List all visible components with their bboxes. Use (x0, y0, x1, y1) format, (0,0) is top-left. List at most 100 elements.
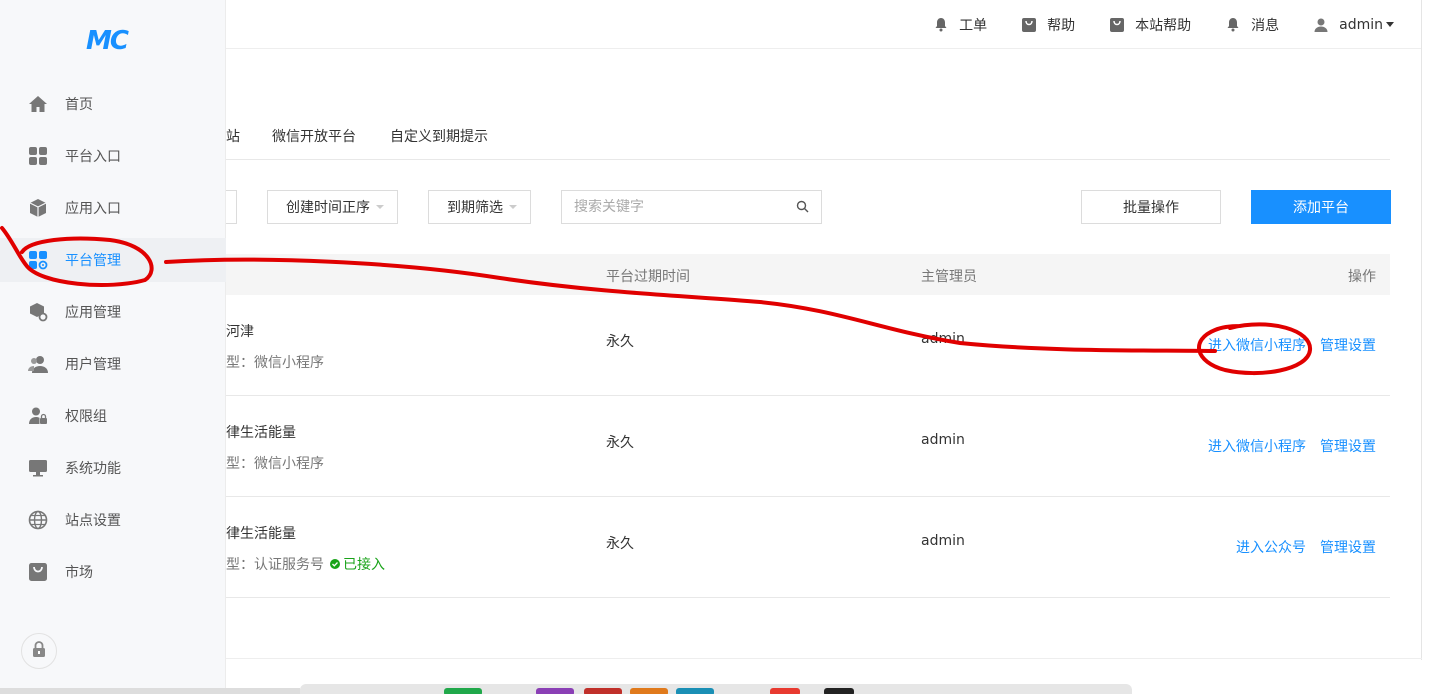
table-row: 河津 型：微信小程序 永久 admin 进入微信小程序 管理设置 (226, 295, 1390, 396)
sidebar-item-user-management[interactable]: 用户管理 (0, 342, 226, 386)
sidebar-item-app-management[interactable]: 应用管理 (0, 290, 226, 334)
user-name: admin (1339, 16, 1383, 33)
dock-app-icon[interactable] (630, 688, 668, 694)
column-header-admin: 主管理员 (921, 269, 977, 285)
platform-name: 律生活能量 (226, 526, 296, 542)
check-circle-icon (330, 559, 340, 569)
nav-help[interactable]: 帮助 (1021, 15, 1075, 35)
chevron-down-icon (376, 205, 384, 209)
tab-site[interactable]: 站 (226, 126, 240, 146)
sidebar-item-platform-entry[interactable]: 平台入口 (0, 134, 226, 178)
tab-bar: 站 微信开放平台 自定义到期提示 (226, 118, 1390, 160)
platform-name: 律生活能量 (226, 425, 296, 441)
dock-app-icon[interactable] (824, 688, 854, 694)
top-header: 工单 帮助 本站帮助 消息 admin (226, 0, 1422, 49)
sidebar-item-site-settings[interactable]: 站点设置 (0, 498, 226, 542)
bag-icon (1021, 17, 1037, 33)
sidebar-item-app-entry[interactable]: 应用入口 (0, 186, 226, 230)
sidebar-item-platform-management[interactable]: 平台管理 (0, 238, 226, 282)
sidebar-item-label: 应用入口 (65, 201, 121, 217)
enter-mini-program-link[interactable]: 进入微信小程序 (1208, 335, 1306, 355)
nav-ticket-label: 工单 (959, 17, 988, 34)
user-icon (1313, 17, 1329, 33)
bell-icon (933, 17, 949, 33)
platform-type: 型：微信小程序 (226, 453, 324, 473)
search-icon[interactable] (796, 200, 809, 217)
main-admin: admin (921, 432, 965, 448)
chevron-down-icon (1386, 22, 1394, 27)
user-menu[interactable]: admin (1313, 17, 1394, 33)
tab-wechat-open-platform[interactable]: 微信开放平台 (272, 126, 356, 146)
sidebar-item-permission-group[interactable]: 权限组 (0, 394, 226, 438)
nav-help-label: 帮助 (1047, 17, 1076, 34)
sidebar-item-label: 应用管理 (65, 305, 121, 321)
sidebar-item-label: 系统功能 (65, 461, 121, 477)
row-operations: 进入公众号 管理设置 (1222, 537, 1376, 557)
enter-mini-program-link[interactable]: 进入微信小程序 (1208, 436, 1306, 456)
page: 工单 帮助 本站帮助 消息 admin 站 微信开放平台 自定义到期提示 创建时… (0, 0, 1436, 694)
platform-type: 型：认证服务号 已接入 (226, 554, 385, 574)
platform-type-label: 型：微信小程序 (226, 355, 324, 371)
chevron-down-icon (509, 205, 517, 209)
grid-icon (27, 145, 49, 167)
dock (300, 684, 1132, 694)
table-row: 律生活能量 型：认证服务号 已接入 永久 admin 进入公众号 管理设置 (226, 497, 1390, 598)
column-header-expire: 平台过期时间 (606, 269, 690, 285)
lock-button[interactable] (21, 633, 57, 669)
expire-filter-select[interactable]: 到期筛选 (428, 190, 531, 224)
batch-operation-button[interactable]: 批量操作 (1081, 190, 1221, 224)
expire-time: 永久 (606, 435, 634, 451)
dock-app-icon[interactable] (444, 688, 482, 694)
sidebar-item-label: 平台入口 (65, 149, 121, 165)
manage-settings-link[interactable]: 管理设置 (1320, 436, 1376, 456)
dock-app-icon[interactable] (536, 688, 574, 694)
dock-app-icon[interactable] (584, 688, 622, 694)
sidebar-item-label: 平台管理 (65, 253, 121, 269)
sidebar-item-home[interactable]: 首页 (0, 82, 226, 126)
row-operations: 进入微信小程序 管理设置 (1194, 335, 1376, 355)
dock-app-icon[interactable] (676, 688, 714, 694)
row-operations: 进入微信小程序 管理设置 (1194, 436, 1376, 456)
top-nav: 工单 帮助 本站帮助 消息 admin (899, 0, 1394, 49)
enter-official-account-link[interactable]: 进入公众号 (1236, 537, 1306, 557)
sidebar-item-market[interactable]: 市场 (0, 550, 226, 594)
bag-icon (27, 561, 49, 583)
nav-site-help-label: 本站帮助 (1135, 17, 1192, 34)
sort-select[interactable]: 创建时间正序 (267, 190, 398, 224)
add-platform-button[interactable]: 添加平台 (1251, 190, 1391, 224)
scrollbar-track[interactable] (1421, 0, 1422, 660)
nav-ticket[interactable]: 工单 (933, 15, 987, 35)
manage-settings-link[interactable]: 管理设置 (1320, 335, 1376, 355)
lock-icon (31, 640, 47, 662)
nav-messages-label: 消息 (1251, 17, 1280, 34)
platform-type-label: 型：微信小程序 (226, 456, 324, 472)
bell-icon (1225, 17, 1241, 33)
users-icon (27, 353, 49, 375)
status-badge: 已接入 (330, 554, 385, 574)
manage-settings-link[interactable]: 管理设置 (1320, 537, 1376, 557)
sort-select-value: 创建时间正序 (286, 200, 370, 216)
nav-site-help[interactable]: 本站帮助 (1109, 15, 1191, 35)
nav-messages[interactable]: 消息 (1225, 15, 1279, 35)
taskbar-strip (0, 688, 300, 694)
main-admin: admin (921, 533, 965, 549)
globe-icon (27, 509, 49, 531)
cube-icon (27, 197, 49, 219)
sidebar-item-label: 用户管理 (65, 357, 121, 373)
sidebar-item-system-functions[interactable]: 系统功能 (0, 446, 226, 490)
platform-type-label: 型：认证服务号 (226, 557, 324, 573)
main-admin: admin (921, 331, 965, 347)
grid-gear-icon (27, 249, 49, 271)
sidebar-item-label: 站点设置 (65, 513, 121, 529)
tab-custom-expire-notice[interactable]: 自定义到期提示 (390, 126, 488, 146)
cube-gear-icon (27, 301, 49, 323)
table-row: 律生活能量 型：微信小程序 永久 admin 进入微信小程序 管理设置 (226, 396, 1390, 497)
dock-app-icon[interactable] (770, 688, 800, 694)
search-input[interactable] (574, 199, 774, 215)
sidebar: MC 首页 平台入口 应用入口 平台管理 应用管理 用户管理 权限组 系统功能 … (0, 0, 226, 694)
platform-name: 河津 (226, 324, 254, 340)
user-lock-icon (27, 405, 49, 427)
expire-filter-value: 到期筛选 (447, 200, 503, 216)
table-header: 平台过期时间 主管理员 操作 (226, 254, 1390, 295)
logo[interactable]: MC (86, 26, 129, 56)
